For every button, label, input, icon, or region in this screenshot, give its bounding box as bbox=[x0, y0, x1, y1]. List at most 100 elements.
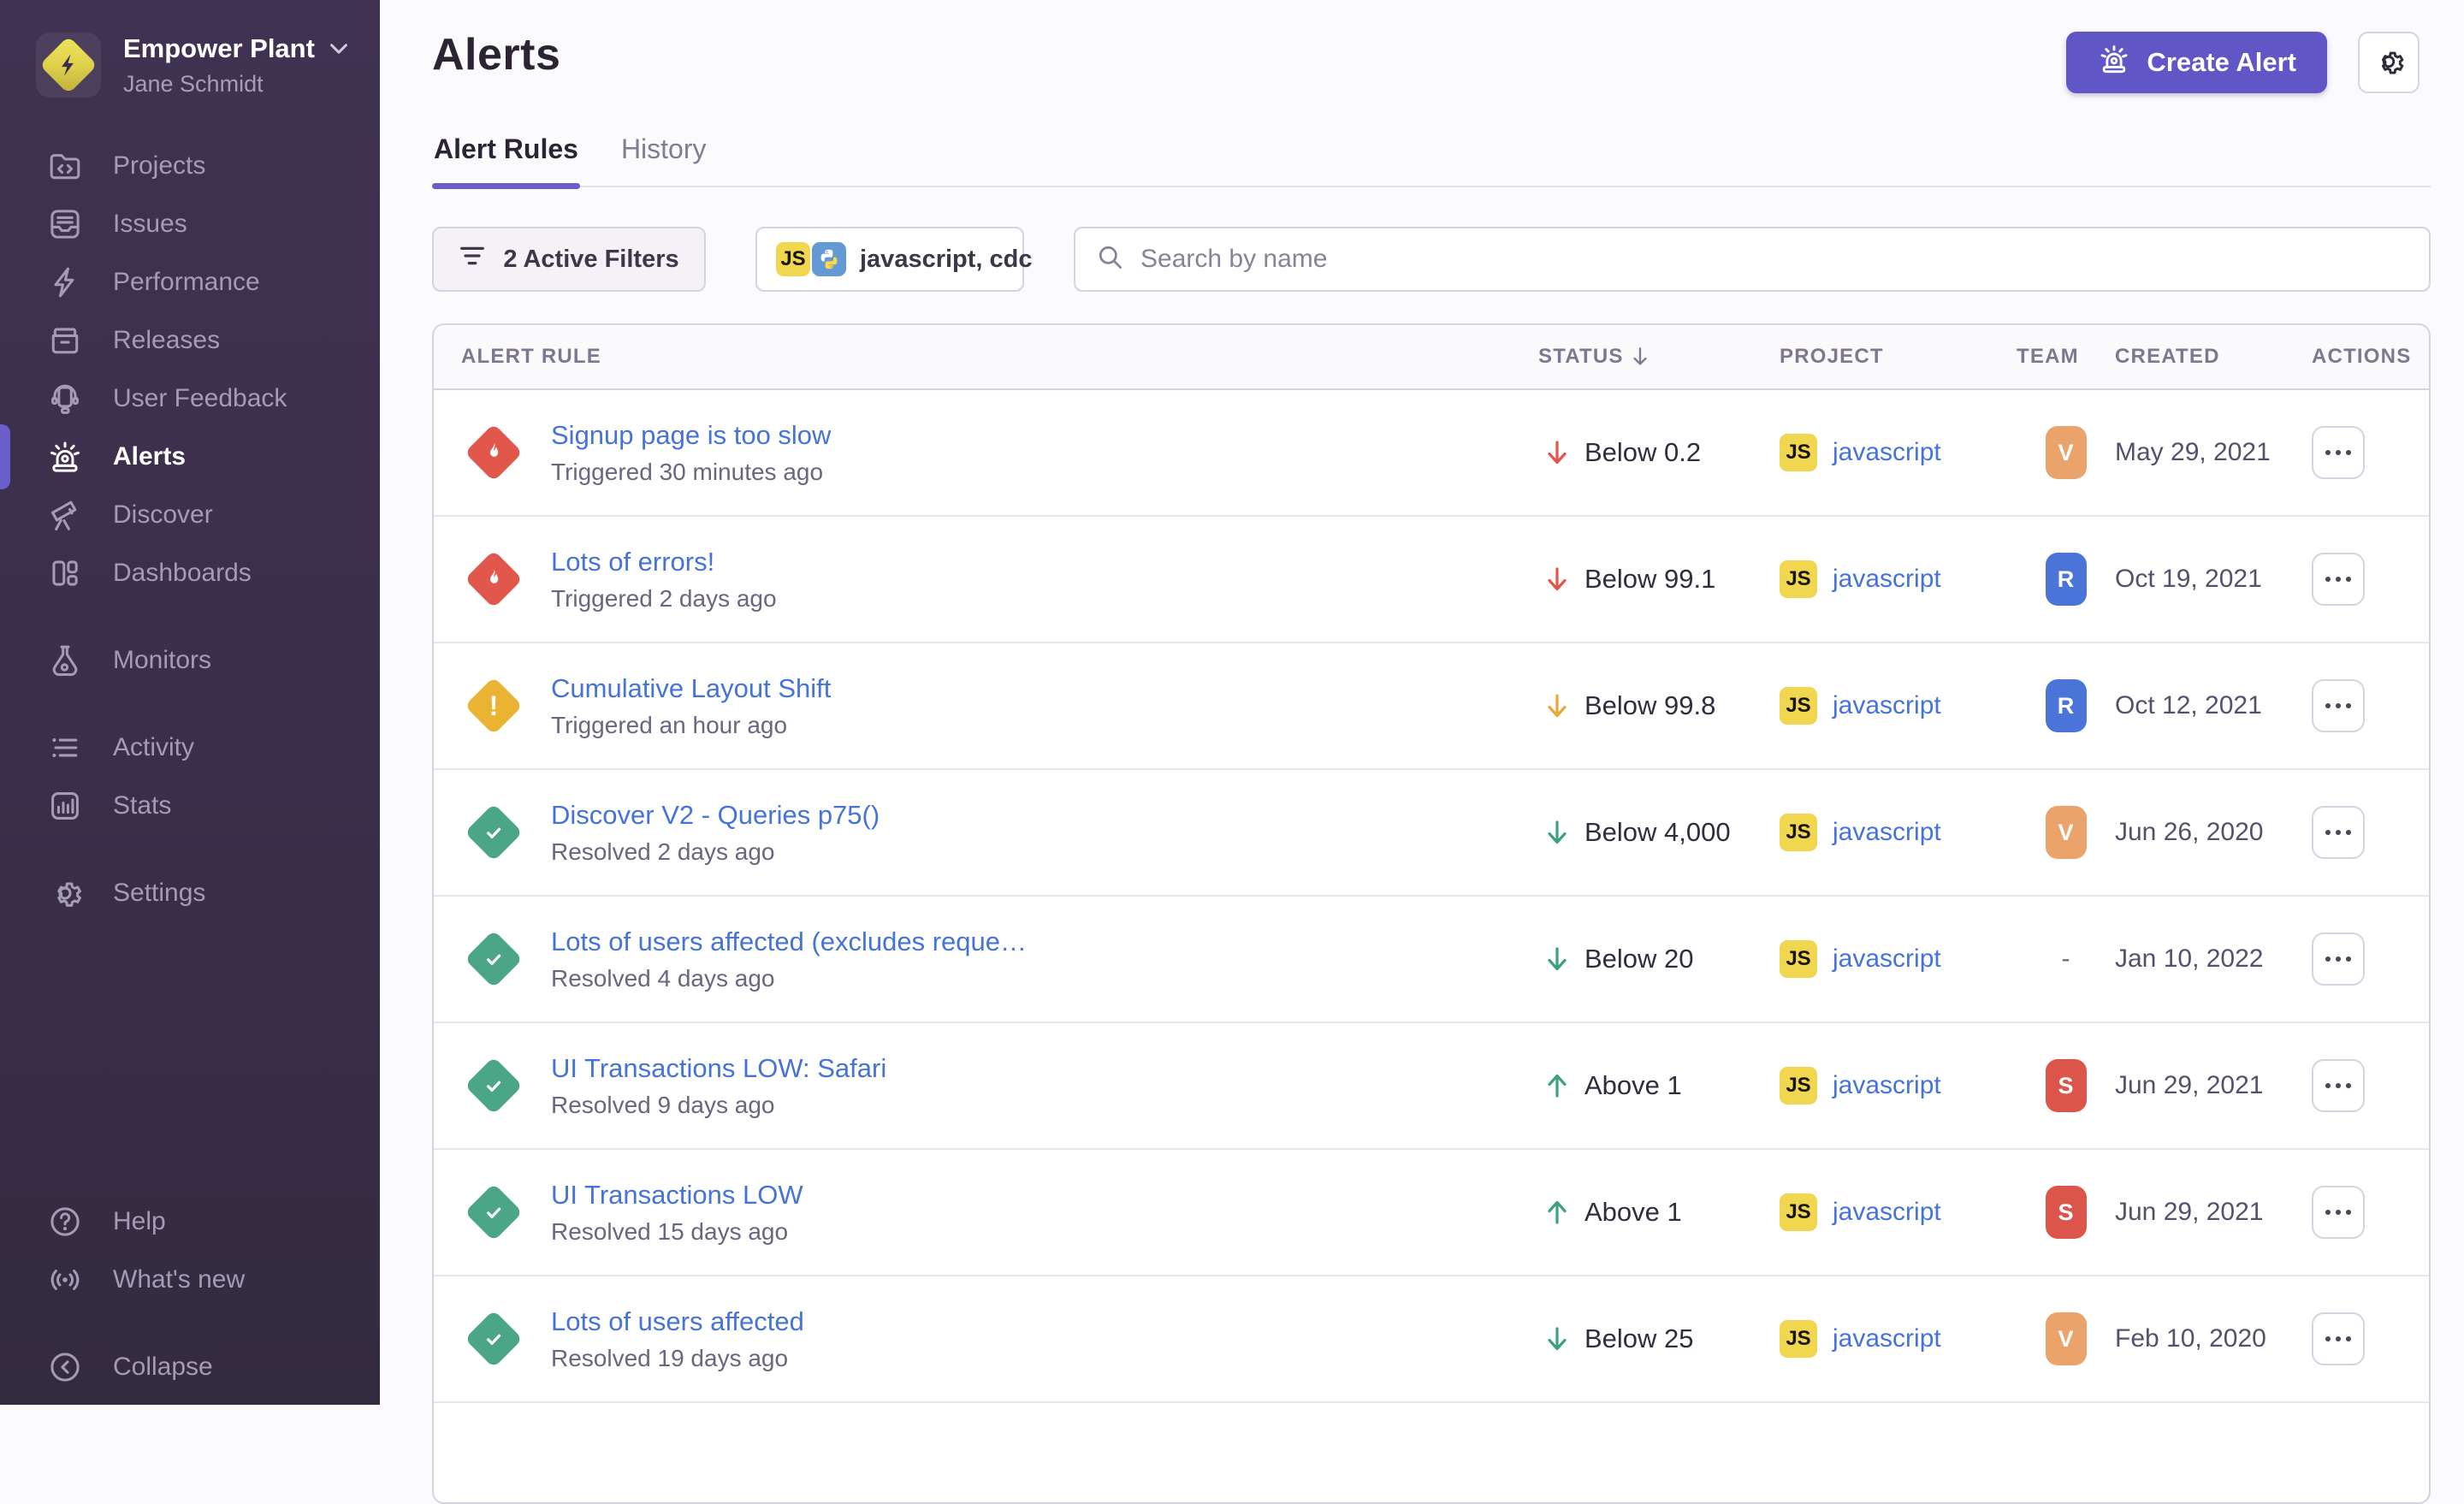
org-switcher[interactable]: Empower Plant Jane Schmidt bbox=[0, 0, 380, 98]
active-filters-button[interactable]: 2 Active Filters bbox=[432, 227, 706, 292]
sort-desc-icon bbox=[1631, 346, 1650, 368]
team-avatar: V bbox=[2046, 426, 2087, 479]
sidebar-item-label: What's new bbox=[113, 1265, 245, 1294]
status-value: Below 20 bbox=[1584, 944, 1694, 974]
project-link[interactable]: javascript bbox=[1833, 565, 1941, 594]
alert-rule-link[interactable]: Discover V2 - Queries p75() bbox=[551, 800, 880, 831]
table-row[interactable]: Lots of users affected (excludes reque… … bbox=[434, 897, 2429, 1023]
table-row[interactable]: Lots of errors! Triggered 2 days ago Bel… bbox=[434, 517, 2429, 643]
table-row[interactable]: ! Cumulative Layout Shift Triggered an h… bbox=[434, 643, 2429, 770]
page-title: Alerts bbox=[432, 29, 560, 80]
threshold-arrow-icon bbox=[1545, 439, 1569, 466]
alert-rule-link[interactable]: Lots of errors! bbox=[551, 547, 777, 577]
tab-history[interactable]: History bbox=[619, 133, 708, 186]
project-link[interactable]: javascript bbox=[1833, 1324, 1941, 1353]
alert-rule-link[interactable]: Lots of users affected bbox=[551, 1306, 804, 1337]
threshold-arrow-icon bbox=[1545, 565, 1569, 593]
sidebar-item-issues[interactable]: Issues bbox=[0, 195, 380, 253]
row-actions-button[interactable] bbox=[2312, 1186, 2365, 1239]
table-row[interactable]: Discover V2 - Queries p75() Resolved 2 d… bbox=[434, 770, 2429, 897]
column-project[interactable]: PROJECT bbox=[1780, 345, 2017, 369]
sidebar-item-label: Monitors bbox=[113, 646, 211, 675]
status-value: Below 4,000 bbox=[1584, 817, 1731, 848]
sidebar-item-collapse[interactable]: Collapse bbox=[0, 1338, 380, 1396]
project-link[interactable]: javascript bbox=[1833, 944, 1941, 974]
settings-icon bbox=[46, 874, 84, 912]
created-date: Feb 10, 2020 bbox=[2115, 1324, 2312, 1353]
severity-diamond-icon: ! bbox=[465, 677, 523, 735]
sidebar-nav: ProjectsIssuesPerformance Releases User Fe… bbox=[0, 137, 380, 922]
sidebar-item-label: Discover bbox=[113, 500, 213, 530]
alert-rule-link[interactable]: Lots of users affected (excludes reque… bbox=[551, 927, 1027, 957]
alert-rules-table: ALERT RULE STATUS PROJECT TEAM CREATED A… bbox=[432, 323, 2431, 1504]
alert-rule-status-text: Resolved 19 days ago bbox=[551, 1345, 804, 1372]
project-link[interactable]: javascript bbox=[1833, 818, 1941, 847]
python-project-icon bbox=[812, 242, 846, 276]
row-actions-button[interactable] bbox=[2312, 426, 2365, 479]
column-team[interactable]: TEAM bbox=[2017, 345, 2115, 369]
alerts-settings-button[interactable] bbox=[2358, 32, 2420, 93]
alert-rule-link[interactable]: UI Transactions LOW bbox=[551, 1180, 803, 1211]
row-actions-button[interactable] bbox=[2312, 806, 2365, 859]
table-row[interactable]: Lots of users affected Resolved 19 days … bbox=[434, 1276, 2429, 1403]
sidebar-item-projects[interactable]: Projects bbox=[0, 137, 380, 195]
sidebar-item-label: Releases bbox=[113, 326, 220, 355]
sidebar-item-releases[interactable]: Releases bbox=[0, 311, 380, 370]
sidebar-item-activity[interactable]: Activity bbox=[0, 719, 380, 777]
sidebar-item-label: Activity bbox=[113, 733, 194, 762]
stats-icon bbox=[46, 787, 84, 825]
siren-icon bbox=[2097, 42, 2131, 83]
sidebar-item-discover[interactable]: Discover bbox=[0, 486, 380, 544]
sidebar-item-settings[interactable]: Settings bbox=[0, 864, 380, 922]
status-value: Below 99.1 bbox=[1584, 564, 1715, 595]
sidebar-item-monitors[interactable]: Monitors bbox=[0, 631, 380, 690]
team-none: - bbox=[2062, 944, 2070, 974]
alert-rule-status-text: Triggered 30 minutes ago bbox=[551, 459, 831, 486]
project-link[interactable]: javascript bbox=[1833, 1071, 1941, 1100]
created-date: May 29, 2021 bbox=[2115, 438, 2312, 467]
search-input[interactable] bbox=[1140, 245, 2408, 274]
project-link[interactable]: javascript bbox=[1833, 691, 1941, 720]
column-status[interactable]: STATUS bbox=[1538, 345, 1780, 369]
sidebar-item-stats[interactable]: Stats bbox=[0, 777, 380, 835]
severity-diamond-icon bbox=[465, 803, 523, 862]
tab-alert-rules[interactable]: Alert Rules bbox=[432, 133, 580, 186]
org-name: Empower Plant bbox=[123, 33, 315, 64]
threshold-arrow-icon bbox=[1545, 945, 1569, 973]
table-header: ALERT RULE STATUS PROJECT TEAM CREATED A… bbox=[434, 325, 2429, 390]
javascript-project-icon: JS bbox=[1780, 940, 1817, 978]
threshold-arrow-icon bbox=[1545, 1325, 1569, 1353]
sidebar-item-what-s-new[interactable]: What's new bbox=[0, 1251, 380, 1309]
alert-rule-link[interactable]: Signup page is too slow bbox=[551, 420, 831, 451]
alert-rule-link[interactable]: Cumulative Layout Shift bbox=[551, 673, 831, 704]
user-feedback-icon bbox=[46, 380, 84, 417]
sidebar-item-help[interactable]: Help bbox=[0, 1193, 380, 1251]
team-avatar: R bbox=[2046, 679, 2087, 732]
table-row[interactable]: UI Transactions LOW: Safari Resolved 9 d… bbox=[434, 1023, 2429, 1150]
row-actions-button[interactable] bbox=[2312, 553, 2365, 606]
row-actions-button[interactable] bbox=[2312, 1312, 2365, 1365]
status-value: Above 1 bbox=[1584, 1070, 1682, 1101]
threshold-arrow-icon bbox=[1545, 692, 1569, 719]
javascript-project-icon: JS bbox=[1780, 1067, 1817, 1104]
sidebar-item-user-feedback[interactable]: User Feedback bbox=[0, 370, 380, 428]
column-created[interactable]: CREATED bbox=[2115, 345, 2312, 369]
table-row[interactable]: Signup page is too slow Triggered 30 min… bbox=[434, 390, 2429, 517]
sidebar-item-performance[interactable]: Performance bbox=[0, 253, 380, 311]
project-environment-selector[interactable]: JS javascript, cdc bbox=[755, 227, 1024, 292]
row-actions-button[interactable] bbox=[2312, 933, 2365, 986]
sidebar-item-dashboards[interactable]: Dashboards bbox=[0, 544, 380, 602]
row-actions-button[interactable] bbox=[2312, 679, 2365, 732]
table-row[interactable]: UI Transactions LOW Resolved 15 days ago… bbox=[434, 1150, 2429, 1276]
alert-rule-link[interactable]: UI Transactions LOW: Safari bbox=[551, 1053, 886, 1084]
project-link[interactable]: javascript bbox=[1833, 1198, 1941, 1227]
status-value: Below 0.2 bbox=[1584, 437, 1701, 468]
row-actions-button[interactable] bbox=[2312, 1059, 2365, 1112]
sidebar-item-alerts[interactable]: Alerts bbox=[0, 428, 380, 486]
project-link[interactable]: javascript bbox=[1833, 438, 1941, 467]
javascript-project-icon: JS bbox=[1780, 434, 1817, 471]
column-alert-rule[interactable]: ALERT RULE bbox=[434, 345, 1538, 369]
alert-rule-status-text: Triggered an hour ago bbox=[551, 712, 831, 739]
user-name: Jane Schmidt bbox=[123, 71, 349, 98]
create-alert-button[interactable]: Create Alert bbox=[2066, 32, 2327, 93]
